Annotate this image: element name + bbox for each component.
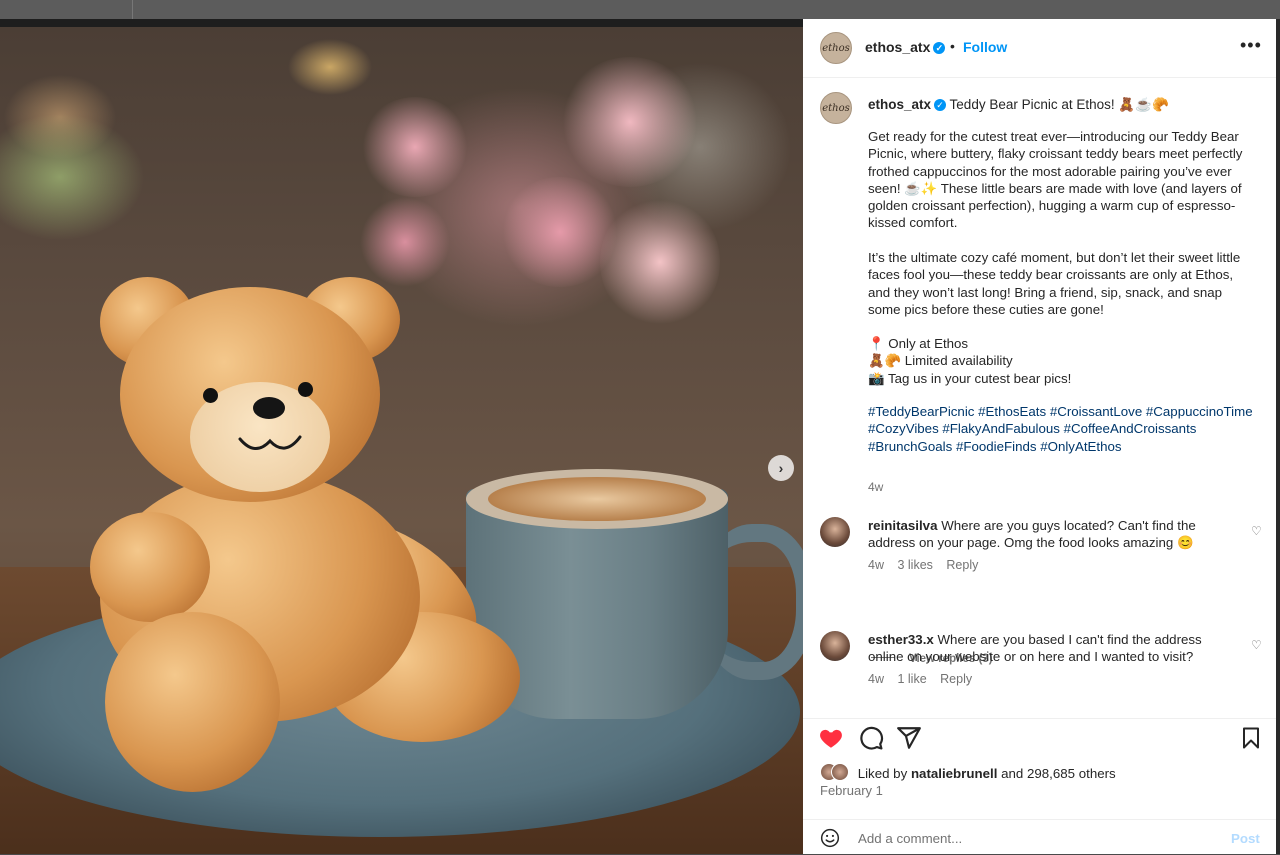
add-comment-input[interactable]: Add a comment... <box>858 831 962 846</box>
comments-scroll-area[interactable]: ethos ethos_atx ✓ Teddy Bear Picnic at Et… <box>803 78 1276 718</box>
more-options-icon[interactable]: ••• <box>1240 35 1262 56</box>
caption-bullet: 📍 Only at Ethos <box>868 336 969 351</box>
comment-likes[interactable]: 1 like <box>897 672 926 686</box>
liked-by-prefix: Liked by <box>857 766 908 781</box>
caption-paragraph-2: It’s the ultimate cozy café moment, but … <box>868 250 1241 317</box>
verified-icon: ✓ <box>933 42 946 54</box>
liked-by-line: Liked by nataliebrunell and 298,685 othe… <box>820 763 1116 781</box>
caption-hashtags[interactable]: #TeddyBearPicnic #EthosEats #CroissantLo… <box>868 403 1253 455</box>
caption-bullet: 🧸🥐 Limited availability <box>868 353 1013 368</box>
comment-like-icon[interactable]: ♡ <box>1251 638 1262 652</box>
add-comment-bar: Add a comment... Post <box>803 819 1276 855</box>
post-side-panel: ethos ethos_atx ✓ • Follow ••• ethos etho… <box>803 19 1276 854</box>
share-icon[interactable] <box>896 725 922 751</box>
window-edge <box>1276 19 1280 854</box>
comment-username[interactable]: reinitasilva <box>868 518 937 533</box>
follow-button[interactable]: Follow <box>963 39 1007 55</box>
caption-username[interactable]: ethos_atx <box>868 97 931 112</box>
comment-time: 4w <box>868 558 884 572</box>
verified-icon: ✓ <box>934 99 947 111</box>
post-date[interactable]: February 1 <box>820 783 883 798</box>
post-actions: Liked by nataliebrunell and 298,685 othe… <box>803 718 1276 807</box>
comment-like-icon[interactable]: ♡ <box>1251 524 1262 538</box>
browser-top-bar <box>0 0 1280 19</box>
liked-by-user[interactable]: nataliebrunell <box>911 766 997 781</box>
separator-dot: • <box>950 38 955 54</box>
post-comment-button[interactable]: Post <box>1231 831 1260 846</box>
caption-title: ethos_atx ✓ Teddy Bear Picnic at Ethos! 🧸… <box>868 96 1258 113</box>
caption-title-text: Teddy Bear Picnic at Ethos! 🧸☕🥐 <box>949 97 1169 112</box>
comment-meta: 4w 3 likes Reply <box>868 558 988 572</box>
comment-avatar[interactable] <box>820 517 850 547</box>
flower-blur <box>560 57 700 187</box>
like-heart-icon[interactable] <box>818 725 844 751</box>
liker-avatar <box>831 763 849 781</box>
caption-avatar[interactable]: ethos <box>820 92 852 124</box>
comment-reply-button[interactable]: Reply <box>946 558 978 572</box>
comment-text: reinitasilva Where are you guys located?… <box>868 517 1228 552</box>
comment-icon[interactable] <box>858 725 884 751</box>
top-bar-divider <box>132 0 133 19</box>
comment-meta: 4w 1 like Reply <box>868 672 982 686</box>
emoji-icon[interactable] <box>820 828 840 848</box>
comment-avatar[interactable] <box>820 631 850 661</box>
post-photo[interactable]: › <box>0 27 803 854</box>
save-bookmark-icon[interactable] <box>1239 725 1263 751</box>
teddy-bear-croissant <box>90 272 520 812</box>
chevron-right-icon: › <box>778 460 784 476</box>
comment-text: esther33.x Where are you based I can't f… <box>868 631 1228 666</box>
caption-paragraph-1: Get ready for the cutest treat ever—intr… <box>868 129 1243 231</box>
flower-blur <box>600 197 720 327</box>
flower-blur <box>360 97 470 197</box>
post-header: ethos ethos_atx ✓ • Follow ••• <box>803 19 1276 78</box>
comment-time: 4w <box>868 672 884 686</box>
caption-time: 4w <box>868 480 884 494</box>
comment-username[interactable]: esther33.x <box>868 632 934 647</box>
caption-bullet: 📸 Tag us in your cutest bear pics! <box>868 371 1072 386</box>
profile-avatar[interactable]: ethos <box>820 32 852 64</box>
next-image-button[interactable]: › <box>768 455 794 481</box>
header-username[interactable]: ethos_atx ✓ <box>865 39 946 55</box>
liked-by-count[interactable]: and 298,685 others <box>1001 766 1116 781</box>
comment-reply-button[interactable]: Reply <box>940 672 972 686</box>
comment-likes[interactable]: 3 likes <box>897 558 932 572</box>
username-text[interactable]: ethos_atx <box>865 39 930 55</box>
